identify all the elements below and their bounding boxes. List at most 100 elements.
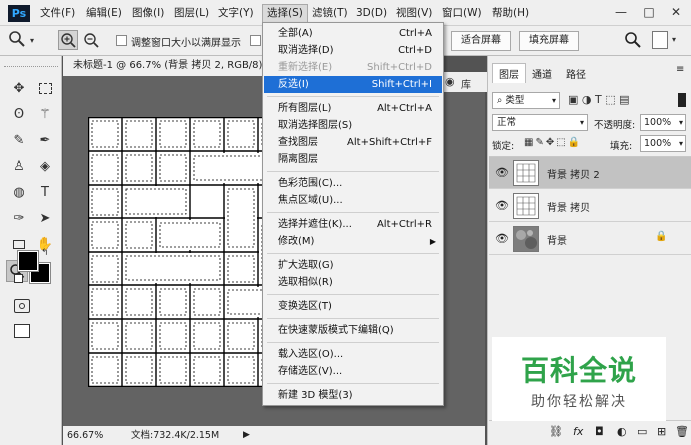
libraries-label[interactable]: 库 — [461, 76, 471, 91]
layer-row[interactable]: 👁 背景 🔒 — [489, 223, 691, 255]
menu-select[interactable]: 选择(S) — [262, 4, 308, 23]
zoom-all-windows-checkbox[interactable] — [250, 35, 261, 46]
quick-mask-icon[interactable] — [14, 299, 30, 313]
opacity-input[interactable]: 100% ▾ — [640, 114, 686, 131]
close-icon[interactable]: ✕ — [667, 5, 685, 19]
menu-item-grow[interactable]: 扩大选取(G) — [264, 257, 442, 274]
mask-icon[interactable]: ◘ — [595, 425, 604, 438]
eraser-tool-icon[interactable]: ◈ — [34, 156, 56, 178]
visibility-eye-icon[interactable]: 👁 — [495, 199, 509, 212]
layers-panel-footer: ⛓ fx ◘ ◐ ▭ ⊞ 🗑 — [489, 420, 691, 444]
tab-paths[interactable]: 路径 — [566, 66, 586, 81]
menu-item-reselect[interactable]: 重新选择(E) Shift+Ctrl+D — [264, 59, 442, 76]
fx-icon[interactable]: fx — [573, 425, 583, 438]
zoom-out-icon[interactable] — [82, 31, 100, 49]
type-tool-icon[interactable]: T — [34, 182, 56, 204]
path-selection-tool-icon[interactable]: ➤ — [34, 208, 56, 230]
maximize-icon[interactable]: □ — [640, 5, 658, 19]
menu-item-deselect[interactable]: 取消选择(D) Ctrl+D — [264, 42, 442, 59]
eyedropper-tool-icon[interactable]: ✎ — [8, 130, 30, 152]
menu-help[interactable]: 帮助(H) — [492, 6, 529, 22]
workspace-dropdown-icon[interactable]: ▾ — [672, 35, 676, 44]
menu-item-all-layers[interactable]: 所有图层(L) Alt+Ctrl+A — [264, 100, 442, 117]
new-layer-icon[interactable]: ⊞ — [657, 425, 666, 438]
menu-filter[interactable]: 滤镜(T) — [312, 6, 348, 22]
default-colors-icon[interactable] — [14, 274, 23, 283]
minimize-icon[interactable]: — — [612, 5, 630, 19]
menu-item-isolate-layers[interactable]: 隔离图层 — [264, 151, 442, 168]
menu-view[interactable]: 视图(V) — [396, 6, 432, 22]
visibility-eye-icon[interactable]: 👁 — [495, 232, 509, 245]
filter-search-icon: ⌕ — [497, 95, 503, 106]
layer-filter-select[interactable]: ⌕ 类型 ▾ — [492, 92, 560, 109]
zoom-tool-preset-icon[interactable] — [8, 30, 26, 48]
menu-item-find-layers[interactable]: 查找图层 Alt+Shift+Ctrl+F — [264, 134, 442, 151]
blend-mode-select[interactable]: 正常 ▾ — [492, 114, 588, 131]
menu-3d[interactable]: 3D(D) — [356, 6, 387, 22]
filter-icons[interactable]: ▣ ◑ T ⬚ ▤ — [568, 93, 629, 106]
status-arrow-icon[interactable]: ▶ — [243, 426, 250, 445]
fit-screen-button[interactable]: 适合屏幕 — [451, 31, 511, 51]
brush-tool-icon[interactable]: ✒ — [34, 130, 56, 152]
menu-item-save-selection[interactable]: 存储选区(V)... — [264, 363, 442, 380]
stamp-tool-icon[interactable]: ♙ — [8, 156, 30, 178]
menu-item-new-3d-model[interactable]: 新建 3D 模型(3) — [264, 387, 442, 404]
zoom-in-icon[interactable] — [58, 30, 78, 50]
marquee-tool-icon[interactable] — [34, 78, 56, 100]
menu-separator — [267, 96, 439, 97]
menu-item-focus-area[interactable]: 焦点区域(U)... — [264, 192, 442, 209]
trash-icon[interactable]: 🗑 — [675, 425, 689, 438]
photoshop-logo: Ps — [8, 5, 30, 22]
menu-item-modify[interactable]: 修改(M) ▶ — [264, 233, 442, 250]
workspace-icon[interactable] — [652, 31, 668, 49]
foreground-color-swatch[interactable] — [17, 250, 39, 272]
menu-layer[interactable]: 图层(L) — [174, 6, 209, 22]
screen-mode-icon[interactable] — [14, 324, 30, 338]
resize-window-checkbox[interactable] — [116, 35, 127, 46]
libraries-icon[interactable]: ◉ — [445, 75, 455, 88]
swap-colors-icon[interactable]: ↰ — [41, 248, 49, 258]
menu-item-select-and-mask[interactable]: 选择并遮住(K)... Alt+Ctrl+R — [264, 216, 442, 233]
menu-file[interactable]: 文件(F) — [40, 6, 75, 22]
layer-row[interactable]: 👁 背景 拷贝 — [489, 190, 691, 222]
magic-wand-tool-icon[interactable]: ⚚ — [34, 104, 56, 126]
menu-image[interactable]: 图像(I) — [132, 6, 164, 22]
preset-dropdown-icon[interactable]: ▾ — [30, 36, 34, 45]
menu-item-transform-selection[interactable]: 变换选区(T) — [264, 298, 442, 315]
tab-layers[interactable]: 图层 — [492, 63, 526, 83]
zoom-level[interactable]: 66.67% — [67, 426, 103, 445]
menu-window[interactable]: 窗口(W) — [442, 6, 482, 22]
menu-item-select-all[interactable]: 全部(A) Ctrl+A — [264, 25, 442, 42]
layer-thumbnail — [513, 226, 539, 252]
menu-item-quick-mask[interactable]: 在快速蒙版模式下编辑(Q) — [264, 322, 442, 339]
lock-icons[interactable]: ▦✎✥⬚🔒 — [524, 137, 582, 148]
menu-edit[interactable]: 编辑(E) — [86, 6, 122, 22]
link-icon[interactable]: ⛓ — [549, 425, 563, 438]
menu-item-similar[interactable]: 选取相似(R) — [264, 274, 442, 291]
menu-item-load-selection[interactable]: 载入选区(O)... — [264, 346, 442, 363]
lasso-tool-icon[interactable]: ʘ — [8, 104, 30, 126]
lock-icon: 🔒 — [655, 231, 668, 242]
adjustment-icon[interactable]: ◐ — [617, 425, 627, 438]
menu-item-color-range[interactable]: 色彩范围(C)... — [264, 175, 442, 192]
collapsed-panel-strip: ◉ 库 — [441, 72, 487, 92]
menu-item-deselect-layers[interactable]: 取消选择图层(S) — [264, 117, 442, 134]
layer-row[interactable]: 👁 背景 拷贝 2 — [489, 157, 691, 189]
filter-toggle[interactable] — [678, 93, 686, 107]
document-tab[interactable]: 未标题-1 @ 66.7% (背景 拷贝 2, RGB/8) * — [63, 56, 263, 76]
menu-item-inverse[interactable]: 反选(I) Shift+Ctrl+I — [264, 76, 442, 93]
tab-channels[interactable]: 通道 — [532, 66, 552, 81]
document-info: 文档:732.4K/2.15M — [131, 430, 220, 441]
move-tool-icon[interactable]: ✥ — [8, 78, 30, 100]
fill-input[interactable]: 100% ▾ — [640, 135, 686, 152]
search-icon[interactable] — [624, 31, 642, 49]
group-icon[interactable]: ▭ — [637, 425, 647, 438]
panel-menu-icon[interactable]: ≡ — [676, 64, 684, 75]
pen-tool-icon[interactable]: ✑ — [8, 208, 30, 230]
menu-type[interactable]: 文字(Y) — [218, 6, 254, 22]
fill-screen-button[interactable]: 填充屏幕 — [519, 31, 579, 51]
gradient-tool-icon[interactable]: ◍ — [8, 182, 30, 204]
toolbar-grip — [4, 66, 58, 68]
visibility-eye-icon[interactable]: 👁 — [495, 166, 509, 179]
layer-name: 背景 拷贝 — [547, 203, 591, 214]
